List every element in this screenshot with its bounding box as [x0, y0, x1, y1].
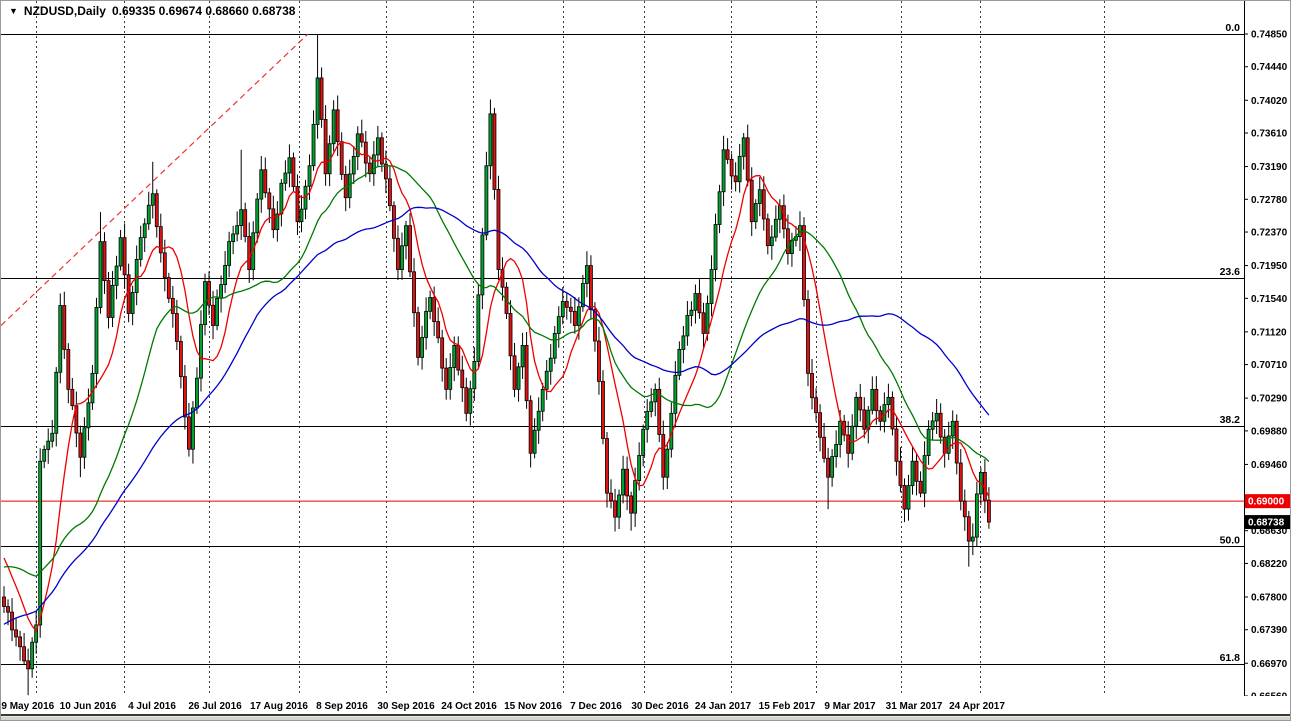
svg-text:9 Mar 2017: 9 Mar 2017 — [824, 701, 876, 712]
svg-text:0.69460: 0.69460 — [1251, 460, 1288, 471]
svg-text:0.70710: 0.70710 — [1251, 360, 1288, 371]
svg-text:15 Feb 2017: 15 Feb 2017 — [759, 701, 816, 712]
candles-layer — [3, 34, 991, 695]
svg-text:0.68738: 0.68738 — [1248, 518, 1285, 529]
svg-text:38.2: 38.2 — [1220, 414, 1241, 426]
svg-text:19 May 2016: 19 May 2016 — [1, 701, 55, 712]
svg-text:30 Dec 2016: 30 Dec 2016 — [631, 701, 689, 712]
svg-text:0.74850: 0.74850 — [1251, 30, 1288, 41]
svg-text:4 Jul 2016: 4 Jul 2016 — [128, 701, 176, 712]
svg-text:0.71540: 0.71540 — [1251, 294, 1288, 305]
hline-price-label: 0.69000 — [1245, 494, 1291, 508]
svg-text:24 Oct 2016: 24 Oct 2016 — [441, 701, 497, 712]
fib-level-labels: 0.0 23.6 38.2 50.0 61.8 — [1220, 22, 1241, 664]
svg-text:0.70290: 0.70290 — [1251, 394, 1288, 405]
svg-text:61.8: 61.8 — [1220, 652, 1241, 664]
svg-text:0.72780: 0.72780 — [1251, 195, 1288, 206]
svg-text:0.71120: 0.71120 — [1251, 327, 1287, 338]
svg-text:8 Sep 2016: 8 Sep 2016 — [316, 701, 368, 712]
svg-text:24 Apr 2017: 24 Apr 2017 — [949, 701, 1005, 712]
svg-text:0.69880: 0.69880 — [1251, 426, 1288, 437]
chart-symbol-label: NZDUSD,Daily — [24, 4, 106, 18]
svg-text:17 Aug 2016: 17 Aug 2016 — [250, 701, 308, 712]
svg-text:0.67800: 0.67800 — [1251, 592, 1288, 603]
svg-text:26 Jul 2016: 26 Jul 2016 — [188, 701, 242, 712]
svg-text:0.0: 0.0 — [1225, 22, 1240, 34]
svg-text:50.0: 50.0 — [1220, 534, 1241, 546]
svg-text:15 Nov 2016: 15 Nov 2016 — [504, 701, 562, 712]
ma-slow-line — [4, 207, 989, 624]
svg-text:0.67390: 0.67390 — [1251, 625, 1288, 636]
svg-text:0.73190: 0.73190 — [1251, 162, 1288, 173]
svg-text:0.69000: 0.69000 — [1248, 497, 1285, 508]
svg-text:0.68220: 0.68220 — [1251, 559, 1288, 570]
svg-text:0.72370: 0.72370 — [1251, 228, 1288, 239]
svg-text:0.73610: 0.73610 — [1251, 129, 1288, 140]
chart-canvas[interactable]: 0.0 23.6 38.2 50.0 61.8 0.74850 0.74440 0.74020… — [1, 1, 1291, 721]
chart-ohlc-values: 0.69335 0.69674 0.68660 0.68738 — [112, 4, 296, 18]
svg-text:0.74440: 0.74440 — [1251, 62, 1288, 73]
chart-title: ▼ NZDUSD,Daily 0.69335 0.69674 0.68660 0… — [9, 4, 295, 18]
svg-text:24 Jan 2017: 24 Jan 2017 — [695, 701, 752, 712]
fib-retracement-lines — [1, 35, 1244, 665]
time-axis[interactable]: 19 May 2016 10 Jun 2016 4 Jul 2016 26 Jul 2… — [1, 696, 1291, 721]
current-price-label: 0.68738 — [1245, 515, 1291, 529]
svg-text:0.74020: 0.74020 — [1251, 96, 1288, 107]
ma-mid-line — [4, 166, 989, 576]
svg-text:23.6: 23.6 — [1220, 266, 1241, 278]
svg-text:0.71950: 0.71950 — [1251, 261, 1288, 272]
svg-text:0.66970: 0.66970 — [1251, 659, 1288, 670]
svg-text:31 Mar 2017: 31 Mar 2017 — [886, 701, 943, 712]
price-axis[interactable]: 0.74850 0.74440 0.74020 0.73610 0.73190 0.727… — [1244, 1, 1288, 714]
svg-text:7 Dec 2016: 7 Dec 2016 — [570, 701, 622, 712]
svg-text:10 Jun 2016: 10 Jun 2016 — [60, 701, 117, 712]
symbol-dropdown-icon[interactable]: ▼ — [9, 5, 18, 17]
mt4-chart-window: ▼ NZDUSD,Daily 0.69335 0.69674 0.68660 0… — [0, 0, 1291, 721]
svg-text:30 Sep 2016: 30 Sep 2016 — [377, 701, 435, 712]
ma-fast-line — [4, 142, 989, 631]
